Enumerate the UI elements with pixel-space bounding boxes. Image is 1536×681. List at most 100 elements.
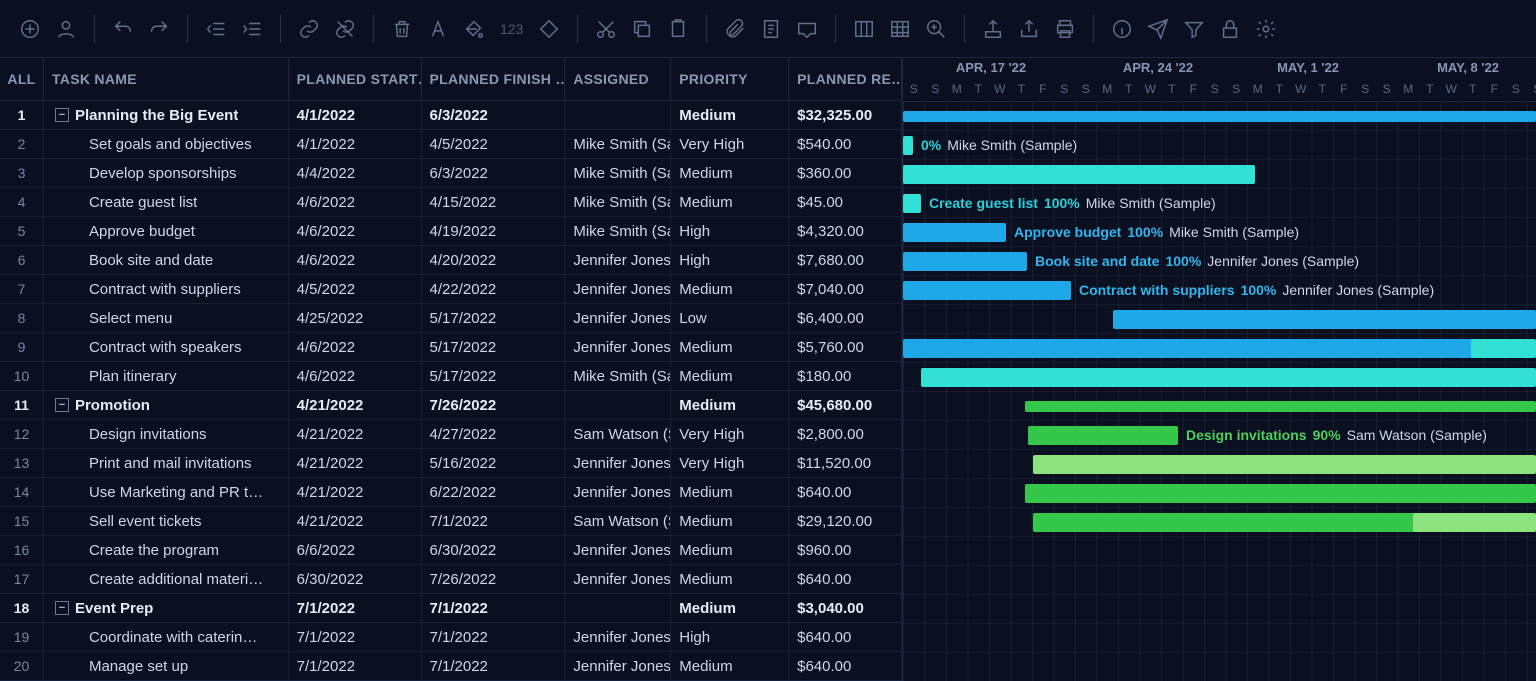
filter-icon[interactable] xyxy=(1178,13,1210,45)
row-index[interactable]: 19 xyxy=(0,623,44,651)
cell-priority[interactable]: Medium xyxy=(671,652,789,680)
cell-resources[interactable]: $2,800.00 xyxy=(789,420,902,448)
trash-icon[interactable] xyxy=(386,13,418,45)
cell-resources[interactable]: $540.00 xyxy=(789,130,902,158)
cell-finish[interactable]: 7/26/2022 xyxy=(422,391,566,419)
cell-assigned[interactable]: Jennifer Jones xyxy=(565,536,671,564)
row-index[interactable]: 10 xyxy=(0,362,44,390)
cell-assigned[interactable]: Mike Smith (Sa xyxy=(565,362,671,390)
cell-name[interactable]: Set goals and objectives xyxy=(44,130,289,158)
cell-name[interactable]: Plan itinerary xyxy=(44,362,289,390)
cell-start[interactable]: 4/1/2022 xyxy=(289,101,422,129)
table-row[interactable]: 15Sell event tickets4/21/20227/1/2022Sam… xyxy=(0,507,902,536)
row-index[interactable]: 12 xyxy=(0,420,44,448)
cell-name[interactable]: Sell event tickets xyxy=(44,507,289,535)
gantt-bar[interactable]: Book site and date100%Jennifer Jones (Sa… xyxy=(903,252,1027,271)
gantt-bar[interactable] xyxy=(1033,455,1536,474)
row-index[interactable]: 11 xyxy=(0,391,44,419)
table-row[interactable]: 11−Promotion4/21/20227/26/2022Medium$45,… xyxy=(0,391,902,420)
cell-finish[interactable]: 6/3/2022 xyxy=(422,101,566,129)
cell-start[interactable]: 4/5/2022 xyxy=(289,275,422,303)
gantt-bar[interactable] xyxy=(1025,484,1536,503)
table-row[interactable]: 1−Planning the Big Event4/1/20226/3/2022… xyxy=(0,101,902,130)
gantt-bar[interactable] xyxy=(921,368,1536,387)
cell-name[interactable]: Coordinate with caterin… xyxy=(44,623,289,651)
link-icon[interactable] xyxy=(293,13,325,45)
cell-name[interactable]: Design invitations xyxy=(44,420,289,448)
cell-priority[interactable]: Medium xyxy=(671,188,789,216)
print-icon[interactable] xyxy=(1049,13,1081,45)
col-header-assigned[interactable]: ASSIGNED xyxy=(565,58,671,100)
user-icon[interactable] xyxy=(50,13,82,45)
cell-finish[interactable]: 7/1/2022 xyxy=(422,623,566,651)
table-row[interactable]: 19Coordinate with caterin…7/1/20227/1/20… xyxy=(0,623,902,652)
cell-finish[interactable]: 6/30/2022 xyxy=(422,536,566,564)
cell-finish[interactable]: 4/15/2022 xyxy=(422,188,566,216)
cell-priority[interactable]: Medium xyxy=(671,391,789,419)
cell-priority[interactable]: Medium xyxy=(671,594,789,622)
cell-assigned[interactable]: Mike Smith (Sa xyxy=(565,159,671,187)
cell-finish[interactable]: 6/3/2022 xyxy=(422,159,566,187)
cell-resources[interactable]: $640.00 xyxy=(789,478,902,506)
table-row[interactable]: 12Design invitations4/21/20224/27/2022Sa… xyxy=(0,420,902,449)
collapse-icon[interactable]: − xyxy=(55,398,69,412)
cell-name[interactable]: Develop sponsorships xyxy=(44,159,289,187)
table-row[interactable]: 13Print and mail invitations4/21/20225/1… xyxy=(0,449,902,478)
cell-assigned[interactable]: Jennifer Jones xyxy=(565,333,671,361)
cell-assigned[interactable]: Mike Smith (Sa xyxy=(565,130,671,158)
cell-assigned[interactable]: Jennifer Jones xyxy=(565,623,671,651)
copy-icon[interactable] xyxy=(626,13,658,45)
cell-finish[interactable]: 5/16/2022 xyxy=(422,449,566,477)
cell-assigned[interactable] xyxy=(565,594,671,622)
table-row[interactable]: 2Set goals and objectives4/1/20224/5/202… xyxy=(0,130,902,159)
cell-priority[interactable]: High xyxy=(671,246,789,274)
cell-assigned[interactable]: Jennifer Jones xyxy=(565,449,671,477)
cell-name[interactable]: Approve budget xyxy=(44,217,289,245)
cell-name[interactable]: Create guest list xyxy=(44,188,289,216)
cell-start[interactable]: 4/25/2022 xyxy=(289,304,422,332)
cell-start[interactable]: 4/6/2022 xyxy=(289,188,422,216)
cell-finish[interactable]: 4/20/2022 xyxy=(422,246,566,274)
cell-start[interactable]: 4/6/2022 xyxy=(289,362,422,390)
cell-resources[interactable]: $180.00 xyxy=(789,362,902,390)
unlink-icon[interactable] xyxy=(329,13,361,45)
cell-start[interactable]: 4/6/2022 xyxy=(289,333,422,361)
outdent-icon[interactable] xyxy=(200,13,232,45)
row-index[interactable]: 7 xyxy=(0,275,44,303)
cell-assigned[interactable]: Jennifer Jones xyxy=(565,246,671,274)
cell-resources[interactable]: $3,040.00 xyxy=(789,594,902,622)
collapse-icon[interactable]: − xyxy=(55,108,69,122)
cell-name[interactable]: Contract with suppliers xyxy=(44,275,289,303)
cell-start[interactable]: 7/1/2022 xyxy=(289,594,422,622)
cell-finish[interactable]: 4/5/2022 xyxy=(422,130,566,158)
cell-name[interactable]: Select menu xyxy=(44,304,289,332)
cell-resources[interactable]: $29,120.00 xyxy=(789,507,902,535)
col-header-finish[interactable]: PLANNED FINISH … xyxy=(422,58,566,100)
cell-finish[interactable]: 4/22/2022 xyxy=(422,275,566,303)
cell-resources[interactable]: $640.00 xyxy=(789,623,902,651)
cell-name[interactable]: −Promotion xyxy=(44,391,289,419)
col-header-resources[interactable]: PLANNED RE… xyxy=(789,58,902,100)
gantt-bar[interactable]: Create guest list100%Mike Smith (Sample) xyxy=(903,194,921,213)
gantt-bar[interactable]: 0%Mike Smith (Sample) xyxy=(903,136,913,155)
lock-icon[interactable] xyxy=(1214,13,1246,45)
cell-assigned[interactable] xyxy=(565,101,671,129)
gantt-bar[interactable] xyxy=(903,111,1536,122)
cell-start[interactable]: 4/21/2022 xyxy=(289,391,422,419)
collapse-icon[interactable]: − xyxy=(55,601,69,615)
gantt-bar[interactable] xyxy=(1113,310,1536,329)
table-row[interactable]: 8Select menu4/25/20225/17/2022Jennifer J… xyxy=(0,304,902,333)
cell-assigned[interactable]: Jennifer Jones xyxy=(565,652,671,680)
col-header-name[interactable]: TASK NAME xyxy=(44,58,289,100)
row-index[interactable]: 8 xyxy=(0,304,44,332)
comment-icon[interactable] xyxy=(791,13,823,45)
row-index[interactable]: 1 xyxy=(0,101,44,129)
shape-icon[interactable] xyxy=(533,13,565,45)
cell-priority[interactable]: Medium xyxy=(671,159,789,187)
cell-priority[interactable]: Very High xyxy=(671,449,789,477)
cell-start[interactable]: 4/21/2022 xyxy=(289,507,422,535)
indent-icon[interactable] xyxy=(236,13,268,45)
table-row[interactable]: 9Contract with speakers4/6/20225/17/2022… xyxy=(0,333,902,362)
row-index[interactable]: 20 xyxy=(0,652,44,680)
table-row[interactable]: 16Create the program6/6/20226/30/2022Jen… xyxy=(0,536,902,565)
